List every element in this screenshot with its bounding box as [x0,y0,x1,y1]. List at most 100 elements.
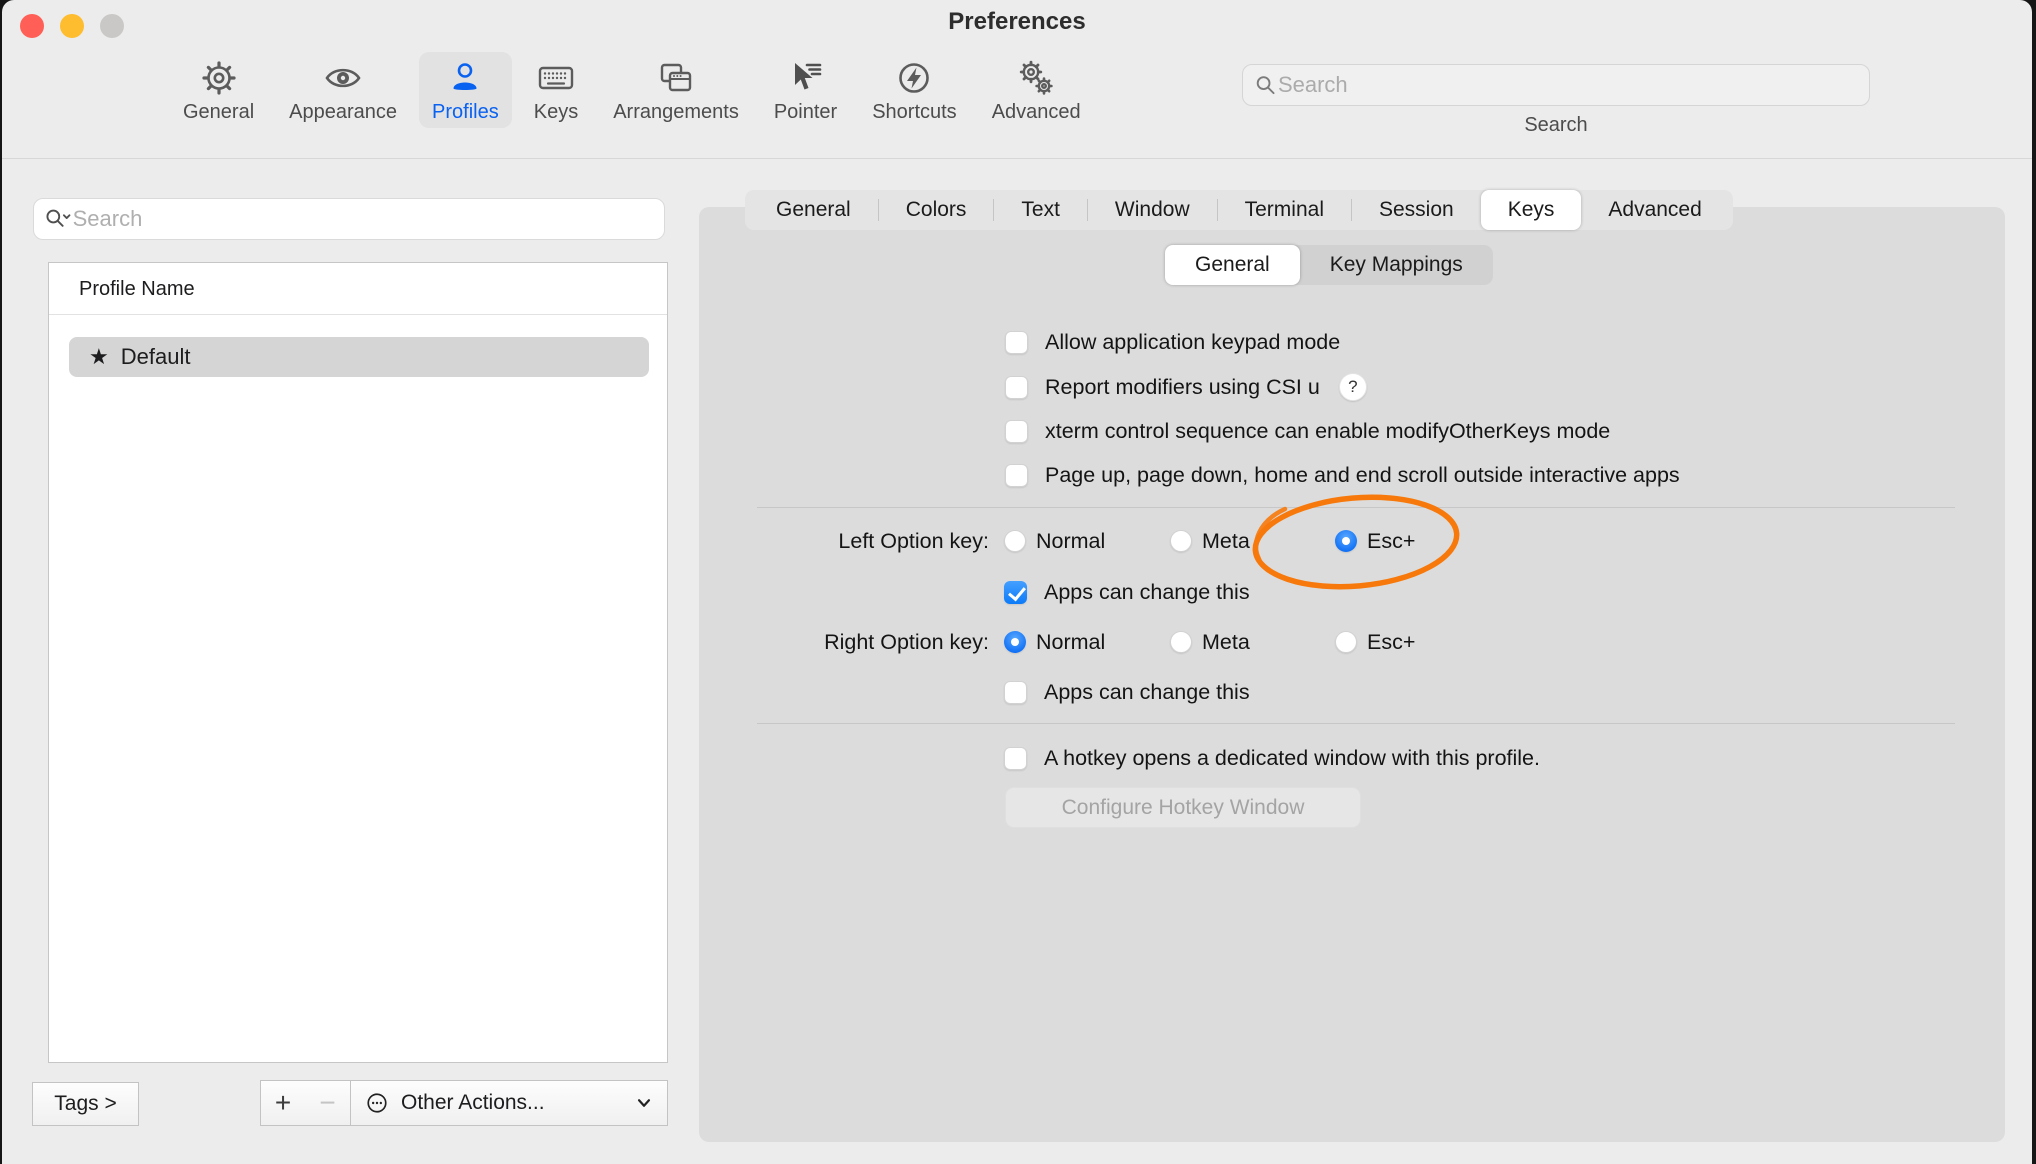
toolbar-search-field[interactable] [1242,64,1870,106]
checkbox-left-apps-change[interactable] [1004,581,1027,604]
toolbar-item-label: Advanced [992,101,1081,124]
eye-icon [323,58,363,98]
checkbox-right-apps-change[interactable] [1004,681,1027,704]
other-actions-dropdown[interactable]: Other Actions... [350,1080,668,1126]
radio-label: Meta [1202,630,1250,655]
left-apps-change-row: Apps can change this [1004,570,1250,614]
right-apps-change-row: Apps can change this [1004,670,1250,714]
remove-profile-button[interactable]: − [305,1080,351,1126]
preferences-window: Preferences General Appearance [2,0,2032,1164]
checkbox-xterm[interactable] [1005,420,1028,443]
tab-colors[interactable]: Colors [879,190,994,230]
radio-right-esc[interactable]: Esc+ [1335,630,1415,655]
section-divider [757,723,1955,724]
radio-icon [1170,631,1192,653]
tab-advanced[interactable]: Advanced [1581,190,1728,230]
windows-icon [656,58,696,98]
toolbar-item-label: Pointer [774,101,837,124]
question-mark-icon: ? [1348,377,1357,397]
radio-right-meta[interactable]: Meta [1170,630,1320,655]
toolbar-item-shortcuts[interactable]: Shortcuts [859,52,969,128]
toolbar-search-label: Search [1242,114,1870,137]
toolbar-search: Search [1242,64,1870,137]
tab-text[interactable]: Text [994,190,1087,230]
toolbar-item-label: Shortcuts [872,101,956,124]
checkbox-hotkey-window[interactable] [1004,747,1027,770]
tab-keys[interactable]: Keys [1481,190,1582,230]
right-option-label: Right Option key: [702,630,989,655]
profile-name: Default [121,344,191,370]
toolbar-item-label: Keys [534,101,578,124]
radio-left-meta[interactable]: Meta [1170,529,1320,554]
lightning-circle-icon [894,58,934,98]
profile-tab-bar: General Colors Text Window Terminal Sess… [745,190,1733,230]
profile-list: Profile Name ★ Default [48,262,668,1063]
tags-button[interactable]: Tags > [32,1082,139,1126]
profile-list-header: Profile Name [49,263,667,315]
tab-window[interactable]: Window [1088,190,1217,230]
toolbar-item-profiles[interactable]: Profiles [419,52,512,128]
radio-label: Esc+ [1367,529,1415,554]
toolbar-item-advanced[interactable]: Advanced [979,52,1094,128]
checkbox-row-keypad: Allow application keypad mode [1005,320,1340,364]
left-option-label: Left Option key: [702,529,989,554]
toolbar-item-general[interactable]: General [170,52,267,128]
add-profile-button[interactable]: + [260,1080,306,1126]
tab-terminal[interactable]: Terminal [1218,190,1351,230]
checkbox-label: Apps can change this [1044,580,1250,605]
toolbar-item-label: Profiles [432,101,499,124]
configure-hotkey-window-button[interactable]: Configure Hotkey Window [1005,787,1361,828]
profile-search-field[interactable] [33,198,665,240]
toolbar-item-arrangements[interactable]: Arrangements [600,52,752,128]
subtab-key-mappings[interactable]: Key Mappings [1300,245,1493,285]
gear-icon [199,58,239,98]
keyboard-icon [536,58,576,98]
checkbox-label: Allow application keypad mode [1045,330,1340,355]
checkbox-csi-u[interactable] [1005,376,1028,399]
toolbar-divider [2,158,2032,159]
checkbox-label: Page up, page down, home and end scroll … [1045,463,1680,488]
radio-label: Normal [1036,529,1105,554]
checkbox-label: Apps can change this [1044,680,1250,705]
radio-label: Normal [1036,630,1105,655]
tab-session[interactable]: Session [1352,190,1481,230]
radio-icon [1335,631,1357,653]
radio-selected-icon [1004,631,1026,653]
radio-right-normal[interactable]: Normal [1004,630,1155,655]
tab-general[interactable]: General [749,190,878,230]
checkbox-page-scroll[interactable] [1005,464,1028,487]
toolbar-item-label: Arrangements [613,101,739,124]
radio-label: Meta [1202,529,1250,554]
toolbar-item-appearance[interactable]: Appearance [276,52,410,128]
right-option-row: Right Option key: Normal Meta Esc+ [702,620,1415,664]
help-button[interactable]: ? [1339,373,1367,401]
toolbar: General Appearance Profiles [170,52,1094,128]
toolbar-item-label: General [183,101,254,124]
subtab-general[interactable]: General [1165,245,1300,285]
checkbox-keypad[interactable] [1005,331,1028,354]
chevron-down-icon [633,1092,655,1114]
checkbox-row-csi-u: Report modifiers using CSI u ? [1005,365,1367,409]
search-with-menu-icon [44,206,73,232]
minus-icon: − [319,1087,335,1119]
radio-left-esc[interactable]: Esc+ [1335,529,1415,554]
ellipsis-circle-icon [363,1089,391,1117]
person-icon [445,58,485,98]
cursor-icon [786,58,826,98]
gears-icon [1016,58,1056,98]
configure-hotkey-window-label: Configure Hotkey Window [1062,796,1305,820]
radio-selected-icon [1335,530,1357,552]
checkbox-row-xterm: xterm control sequence can enable modify… [1005,409,1610,453]
plus-icon: + [275,1087,291,1119]
other-actions-label: Other Actions... [401,1091,545,1115]
star-icon: ★ [89,344,109,370]
toolbar-item-keys[interactable]: Keys [521,52,591,128]
tags-button-label: Tags > [54,1092,116,1116]
profile-search-input[interactable] [73,206,654,232]
profile-row-default[interactable]: ★ Default [69,337,649,377]
radio-left-normal[interactable]: Normal [1004,529,1155,554]
toolbar-search-input[interactable] [1278,72,1859,98]
window-title: Preferences [2,8,2032,36]
toolbar-item-pointer[interactable]: Pointer [761,52,850,128]
keys-panel-card [699,207,2005,1142]
